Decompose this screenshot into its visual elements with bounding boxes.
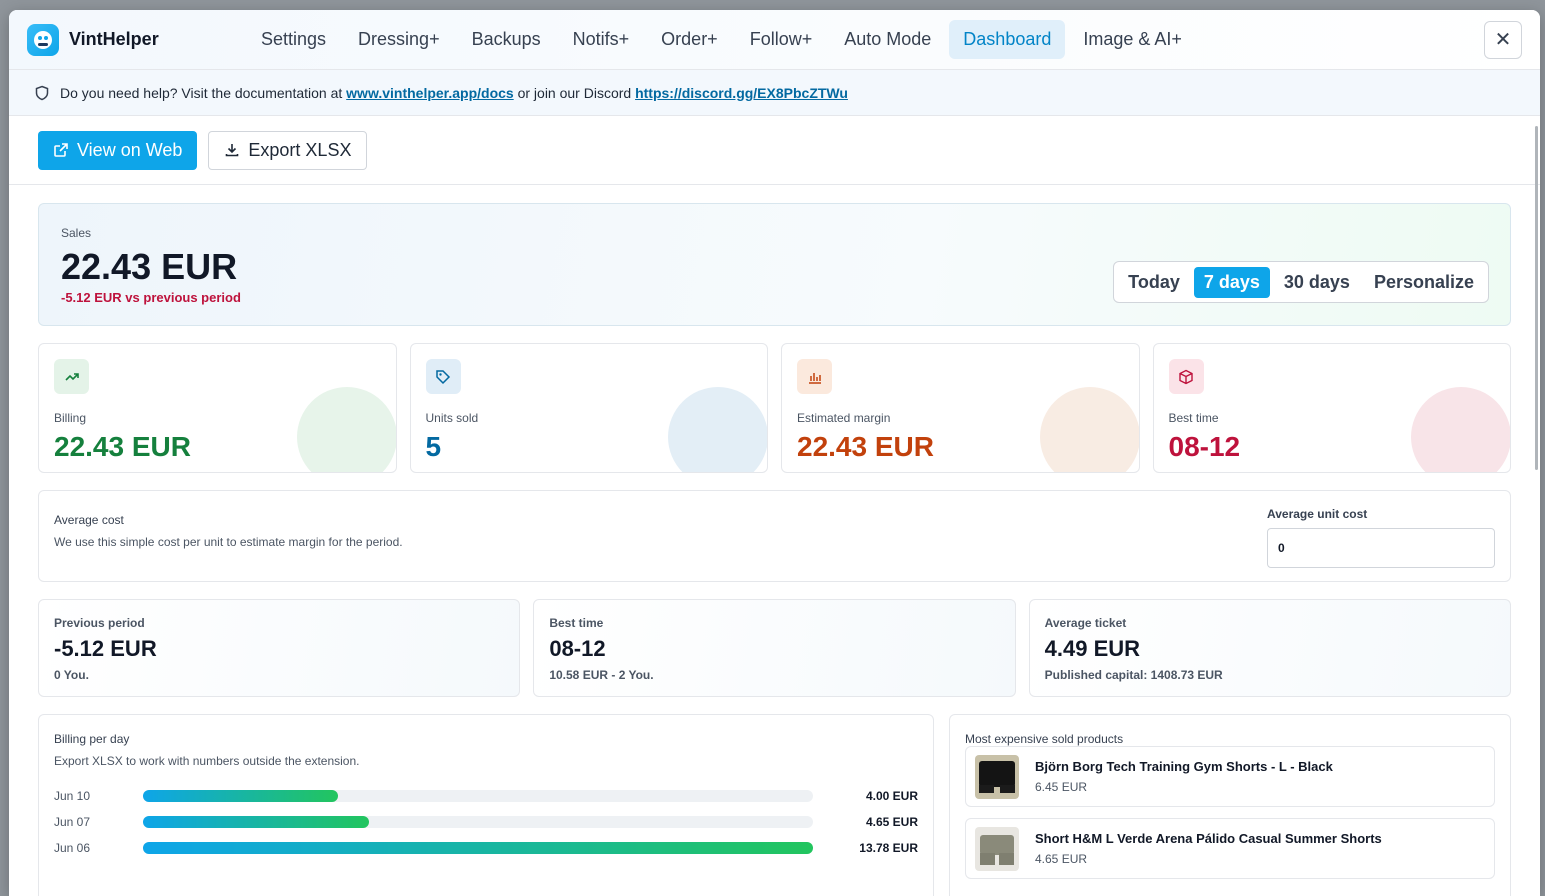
bottom-row: Billing per day Export XLSX to work with… xyxy=(38,714,1511,896)
billing-per-day-description: Export XLSX to work with numbers outside… xyxy=(54,754,360,768)
bar-track xyxy=(143,816,813,828)
tab-settings[interactable]: Settings xyxy=(247,20,340,59)
tab-backups[interactable]: Backups xyxy=(458,20,555,59)
stat-sub: Published capital: 1408.73 EUR xyxy=(1044,668,1223,682)
tag-icon xyxy=(425,359,461,394)
decorative-blob xyxy=(668,387,768,472)
kpi-units-sold: Units sold 5 xyxy=(409,343,768,473)
close-icon: ✕ xyxy=(1494,29,1512,51)
bar-fill xyxy=(143,816,370,828)
stats-row: Previous period -5.12 EUR 0 You. Best ti… xyxy=(38,599,1511,697)
bar-date: Jun 07 xyxy=(54,815,91,829)
help-prefix: Do you need help? Visit the documentatio… xyxy=(60,84,343,101)
decorative-blob xyxy=(296,387,396,472)
bar-date: Jun 06 xyxy=(54,841,91,855)
tab-auto-mode[interactable]: Auto Mode xyxy=(830,20,945,59)
sales-label: Sales xyxy=(61,226,92,240)
product-item[interactable]: Short H&M L Verde Arena Pálido Casual Su… xyxy=(965,818,1495,879)
average-unit-cost-group: Average unit cost xyxy=(1267,507,1495,568)
bar-chart-icon xyxy=(797,359,832,394)
export-xlsx-label: Export XLSX xyxy=(248,139,352,160)
billing-per-day-title: Billing per day xyxy=(54,732,130,746)
most-expensive-products-card: Most expensive sold products Björn Borg … xyxy=(949,714,1511,896)
bar-date: Jun 10 xyxy=(54,789,91,803)
bar-track xyxy=(143,842,813,854)
help-bar: Do you need help? Visit the documentatio… xyxy=(9,70,1540,116)
close-button[interactable]: ✕ xyxy=(1484,20,1522,59)
stat-sub: 10.58 EUR - 2 You. xyxy=(549,668,654,682)
docs-link[interactable]: www.vinthelper.app/docs xyxy=(346,85,514,101)
dashboard-content: Sales 22.43 EUR -5.12 EUR vs previous pe… xyxy=(9,185,1540,896)
bar-track xyxy=(143,790,813,802)
tab-follow[interactable]: Follow+ xyxy=(736,20,827,59)
trending-up-icon xyxy=(54,359,89,394)
sales-card: Sales 22.43 EUR -5.12 EUR vs previous pe… xyxy=(38,203,1511,326)
stat-value: 08-12 xyxy=(549,636,606,661)
stat-title: Average ticket xyxy=(1044,616,1127,630)
product-price: 4.65 EUR xyxy=(1035,852,1088,866)
average-unit-cost-input[interactable] xyxy=(1267,528,1495,568)
tab-dressing[interactable]: Dressing+ xyxy=(344,20,454,59)
kpi-estimated-margin: Estimated margin 22.43 EUR xyxy=(781,343,1140,473)
stat-value: -5.12 EUR xyxy=(54,636,157,661)
help-middle: or join our Discord xyxy=(517,84,632,101)
app-name: VintHelper xyxy=(69,29,159,49)
shield-icon xyxy=(35,85,49,100)
kpi-row: Billing 22.43 EUR Units sold 5 Estimated… xyxy=(38,343,1511,473)
stat-average-ticket: Average ticket 4.49 EUR Published capita… xyxy=(1028,599,1511,697)
billing-per-day-card: Billing per day Export XLSX to work with… xyxy=(38,714,934,896)
stat-best-time: Best time 08-12 10.58 EUR - 2 You. xyxy=(533,599,1016,697)
bar-value: 13.78 EUR xyxy=(859,841,918,855)
stat-title: Best time xyxy=(549,616,604,630)
period-7-days[interactable]: 7 days xyxy=(1193,266,1270,298)
product-thumbnail xyxy=(975,754,1019,799)
period-today[interactable]: Today xyxy=(1118,267,1190,298)
stat-title: Previous period xyxy=(54,616,145,630)
bar-value: 4.00 EUR xyxy=(865,789,918,803)
bar-row: Jun 06 13.78 EUR xyxy=(54,835,918,861)
stat-previous-period: Previous period -5.12 EUR 0 You. xyxy=(38,599,521,697)
discord-link[interactable]: https://discord.gg/EX8PbcZTWu xyxy=(635,85,848,101)
period-selector: Today 7 days 30 days Personalize xyxy=(1113,261,1489,303)
average-cost-card: Average cost We use this simple cost per… xyxy=(38,490,1511,582)
product-thumbnail xyxy=(975,826,1019,871)
vinthelper-modal: VintHelper Settings Dressing+ Backups No… xyxy=(9,10,1540,896)
bar-row: Jun 10 4.00 EUR xyxy=(54,783,918,809)
products-title: Most expensive sold products xyxy=(965,732,1124,746)
external-link-icon xyxy=(54,143,68,157)
product-name: Björn Borg Tech Training Gym Shorts - L … xyxy=(1035,759,1333,774)
period-personalize[interactable]: Personalize xyxy=(1364,267,1484,298)
tab-image-ai[interactable]: Image & AI+ xyxy=(1069,20,1196,59)
product-item[interactable]: Björn Borg Tech Training Gym Shorts - L … xyxy=(965,746,1495,807)
logo-icon xyxy=(27,23,59,56)
period-30-days[interactable]: 30 days xyxy=(1274,267,1360,298)
decorative-blob xyxy=(1039,387,1139,472)
kpi-best-time: Best time 08-12 xyxy=(1152,343,1511,473)
product-price: 6.45 EUR xyxy=(1035,780,1088,794)
view-on-web-label: View on Web xyxy=(77,139,183,160)
bar-value: 4.65 EUR xyxy=(865,815,918,829)
product-name: Short H&M L Verde Arena Pálido Casual Su… xyxy=(1035,831,1382,846)
download-icon xyxy=(226,144,239,157)
scrollbar[interactable] xyxy=(1535,126,1538,470)
decorative-blob xyxy=(1411,387,1511,472)
brand: VintHelper xyxy=(27,23,247,56)
top-nav: VintHelper Settings Dressing+ Backups No… xyxy=(9,10,1540,70)
tab-notifs[interactable]: Notifs+ xyxy=(559,20,644,59)
billing-bars: Jun 10 4.00 EUR Jun 07 4.65 EUR Jun 06 1… xyxy=(54,783,918,861)
bar-fill xyxy=(143,842,813,854)
stat-sub: 0 You. xyxy=(54,668,89,682)
export-xlsx-button[interactable]: Export XLSX xyxy=(208,130,368,170)
action-bar: View on Web Export XLSX xyxy=(9,116,1540,185)
average-unit-cost-label: Average unit cost xyxy=(1267,507,1368,521)
tab-dashboard[interactable]: Dashboard xyxy=(949,20,1066,59)
tab-order[interactable]: Order+ xyxy=(647,20,732,59)
nav-tabs: Settings Dressing+ Backups Notifs+ Order… xyxy=(247,20,1484,59)
bar-fill xyxy=(143,790,338,802)
box-icon xyxy=(1168,359,1204,394)
kpi-billing: Billing 22.43 EUR xyxy=(38,343,397,473)
stat-value: 4.49 EUR xyxy=(1044,636,1141,661)
view-on-web-button[interactable]: View on Web xyxy=(38,130,198,170)
bar-row: Jun 07 4.65 EUR xyxy=(54,809,918,835)
